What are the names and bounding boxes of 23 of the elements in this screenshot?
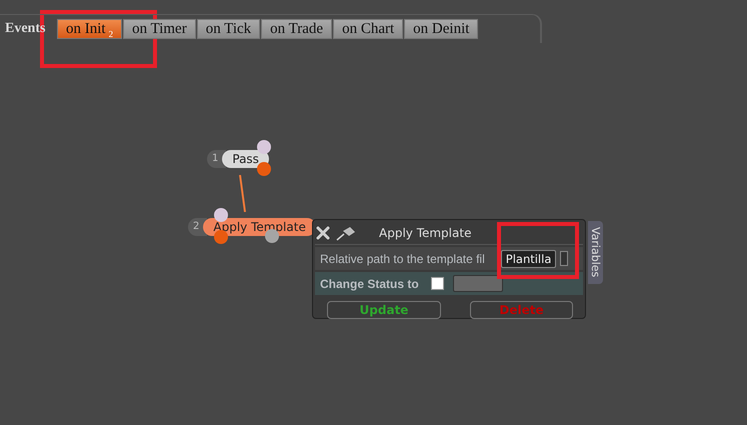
- input-port[interactable]: [214, 208, 228, 222]
- event-tab[interactable]: on Init $_{2}$: [57, 19, 122, 39]
- input-port[interactable]: [257, 140, 271, 154]
- event-tab[interactable]: on Deinit: [404, 19, 478, 39]
- event-tab[interactable]: on Timer: [123, 19, 196, 39]
- event-tab[interactable]: on Tick: [196, 19, 260, 39]
- dialog-button[interactable]: Update: [327, 301, 441, 319]
- connector-line: [239, 175, 246, 212]
- dialog-title: Apply Template: [379, 226, 472, 240]
- event-tab[interactable]: on Chart: [333, 19, 404, 39]
- event-tab[interactable]: on Trade: [261, 19, 332, 39]
- output-port[interactable]: [257, 162, 271, 176]
- browse-button[interactable]: [560, 251, 568, 266]
- input-field[interactable]: [452, 275, 503, 292]
- node-number: 2: [188, 218, 208, 236]
- field-label: Change Status to: [320, 276, 419, 290]
- node-number: 1: [207, 150, 226, 168]
- close-icon[interactable]: [315, 225, 331, 241]
- pin-icon[interactable]: [335, 225, 357, 241]
- input-field[interactable]: Plantilla: [500, 250, 556, 268]
- field-label: Relative path to the template fil: [320, 252, 485, 266]
- variables-tab[interactable]: Variables: [588, 221, 603, 284]
- checkbox[interactable]: [430, 277, 444, 290]
